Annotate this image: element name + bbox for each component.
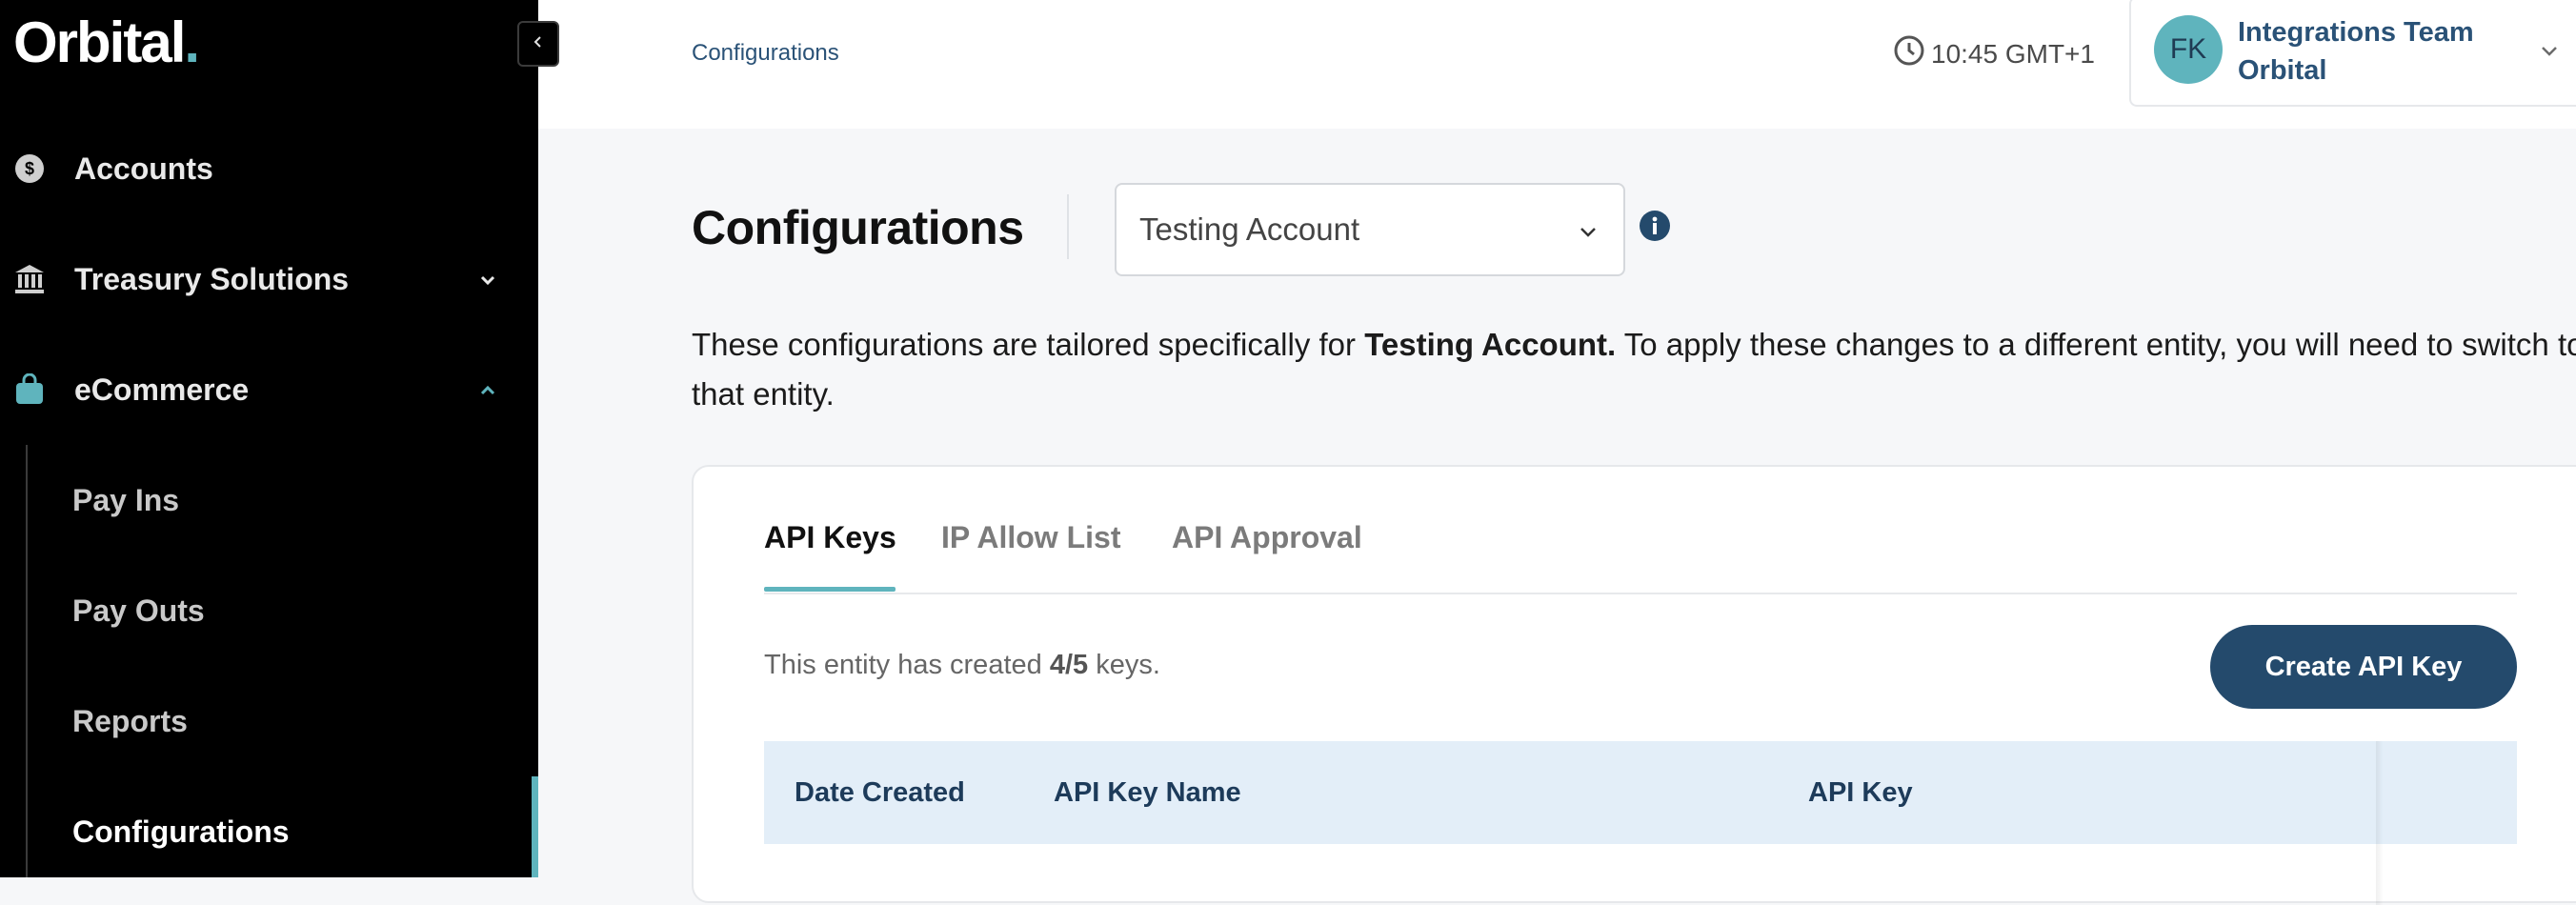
sidebar-subitem-configurations[interactable]: Configurations xyxy=(72,814,290,850)
clock-icon xyxy=(1893,34,1931,73)
topbar: Configurations 10:45 GMT+1 FK Integratio… xyxy=(538,0,2576,129)
key-count-text: This entity has created 4/5 keys. xyxy=(764,650,1160,680)
bank-icon xyxy=(13,263,46,295)
sidebar-item-ecommerce[interactable]: eCommerce xyxy=(0,334,538,445)
page-title: Configurations xyxy=(692,201,1024,254)
sidebar-item-treasury-solutions[interactable]: Treasury Solutions xyxy=(0,224,538,334)
tab-bar: API Keys IP Allow List API Approval xyxy=(764,467,2517,594)
chevron-down-icon xyxy=(1574,217,1602,251)
chevron-up-icon[interactable] xyxy=(474,376,501,403)
api-settings-card: API Keys IP Allow List API Approval This… xyxy=(692,465,2576,905)
collapse-sidebar-button[interactable] xyxy=(517,21,559,67)
sidebar: Orbital. $ Accounts Treasury Solutions e… xyxy=(0,0,538,877)
chevron-down-icon[interactable] xyxy=(2535,36,2564,70)
column-api-key-name[interactable]: API Key Name xyxy=(1054,777,1241,809)
title-divider xyxy=(1067,194,1069,259)
chevron-left-icon xyxy=(530,33,547,55)
user-menu[interactable]: FK Integrations Team Orbital xyxy=(2129,0,2576,107)
shopping-bag-icon xyxy=(13,373,46,406)
tab-ip-allow-list[interactable]: IP Allow List xyxy=(941,520,1120,555)
configuration-description: These configurations are tailored specif… xyxy=(692,327,2576,412)
create-api-key-button[interactable]: Create API Key xyxy=(2210,625,2517,709)
breadcrumb[interactable]: Configurations xyxy=(692,40,839,67)
orbital-logo[interactable]: Orbital. xyxy=(13,10,200,75)
sidebar-subitem-reports[interactable]: Reports xyxy=(72,704,188,739)
submenu-line xyxy=(26,445,28,877)
account-select[interactable]: Testing Account xyxy=(1115,183,1625,276)
sticky-column-shadow xyxy=(2376,741,2384,905)
time-text: 10:45 GMT+1 xyxy=(1931,38,2095,69)
sidebar-item-label: Accounts xyxy=(74,151,213,186)
sidebar-subitem-pay-outs[interactable]: Pay Outs xyxy=(72,593,205,629)
sidebar-item-label: Treasury Solutions xyxy=(74,261,350,296)
sidebar-item-accounts[interactable]: $ Accounts xyxy=(0,113,538,224)
api-keys-table-header: Date Created API Key Name API Key xyxy=(764,741,2517,905)
sidebar-subitem-pay-ins[interactable]: Pay Ins xyxy=(72,483,179,518)
time-display: 10:45 GMT+1 xyxy=(1893,34,2095,73)
avatar: FK xyxy=(2154,15,2223,84)
tab-api-approval[interactable]: API Approval xyxy=(1172,520,1362,555)
user-name: Integrations Team Orbital xyxy=(2238,17,2474,86)
column-api-key[interactable]: API Key xyxy=(1808,777,1913,809)
svg-text:$: $ xyxy=(25,159,34,178)
info-icon[interactable] xyxy=(1639,210,1671,247)
chevron-down-icon[interactable] xyxy=(474,266,501,292)
active-indicator xyxy=(532,776,538,877)
active-tab-underline xyxy=(764,587,896,592)
dollar-coin-icon: $ xyxy=(13,152,46,185)
sidebar-item-label: eCommerce xyxy=(74,372,250,407)
account-select-value: Testing Account xyxy=(1139,211,1360,247)
tab-api-keys[interactable]: API Keys xyxy=(764,520,896,555)
column-date-created[interactable]: Date Created xyxy=(795,777,965,809)
